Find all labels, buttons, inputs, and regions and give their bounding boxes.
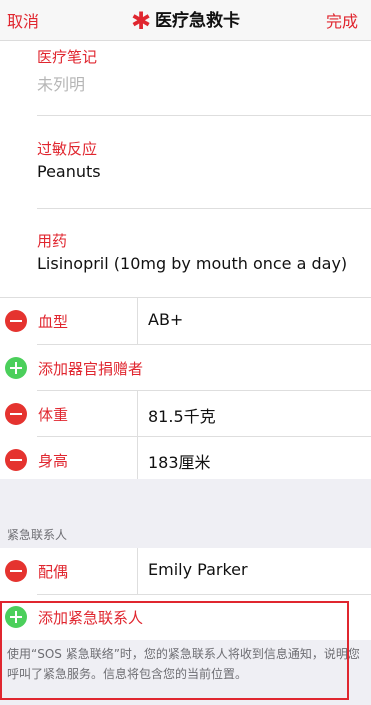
emergency-contacts-footer: 使用“SOS 紧急联络”时，您的紧急联系人将收到信息通知，说明您呼叫了紧急服务。… [7,647,360,681]
medical-id-form: 医疗笔记 未列明 过敏反应 Peanuts 用药 Lisinopril (10m… [0,41,371,479]
add-organ-donor-label: 添加器官捐赠者 [38,360,144,378]
column-divider [137,298,138,344]
medications-value: Lisinopril (10mg by mouth once a day) [37,254,348,273]
height-label: 身高 [38,452,69,470]
emergency-contact-row: 配偶 Emily Parker [0,548,371,594]
add-emergency-contact-row[interactable]: 添加紧急联系人 [0,595,371,640]
medications-label: 用药 [37,232,68,250]
column-divider [137,437,138,479]
blood-type-value[interactable]: AB+ [148,310,183,329]
weight-label: 体重 [38,406,69,424]
done-button[interactable]: 完成 [326,8,358,32]
page-title: ✱ 医疗急救卡 [0,6,371,35]
page-title-text: 医疗急救卡 [155,11,241,31]
weight-value[interactable]: 81.5千克 [148,403,216,427]
height-value[interactable]: 183厘米 [148,449,211,473]
blood-type-row: 血型 AB+ [0,298,371,344]
column-divider [137,548,138,594]
add-organ-donor-row[interactable]: 添加器官捐赠者 [0,345,371,391]
height-row: 身高 183厘米 [0,437,371,483]
medical-notes-value: 未列明 [37,75,86,94]
divider [37,208,371,209]
emergency-contacts-header: 紧急联系人 [7,528,68,542]
remove-icon[interactable] [5,403,27,425]
remove-icon[interactable] [5,449,27,471]
column-divider [137,391,138,437]
contact-relation-label[interactable]: 配偶 [38,561,68,582]
weight-row: 体重 81.5千克 [0,391,371,437]
medical-star-icon: ✱ [130,7,152,35]
blood-type-label: 血型 [38,313,69,331]
remove-icon[interactable] [5,310,27,332]
add-emergency-contact-label: 添加紧急联系人 [38,609,144,627]
remove-icon[interactable] [5,560,27,582]
medical-notes-label: 医疗笔记 [37,48,98,66]
allergies-label: 过敏反应 [37,140,98,158]
divider [37,115,371,116]
add-icon[interactable] [5,357,27,379]
contact-name-value[interactable]: Emily Parker [148,560,248,579]
add-icon[interactable] [5,606,27,628]
emergency-contacts-group: 配偶 Emily Parker 添加紧急联系人 [0,548,371,640]
navigation-bar: 取消 ✱ 医疗急救卡 完成 [0,0,371,41]
allergies-value: Peanuts [37,162,101,181]
